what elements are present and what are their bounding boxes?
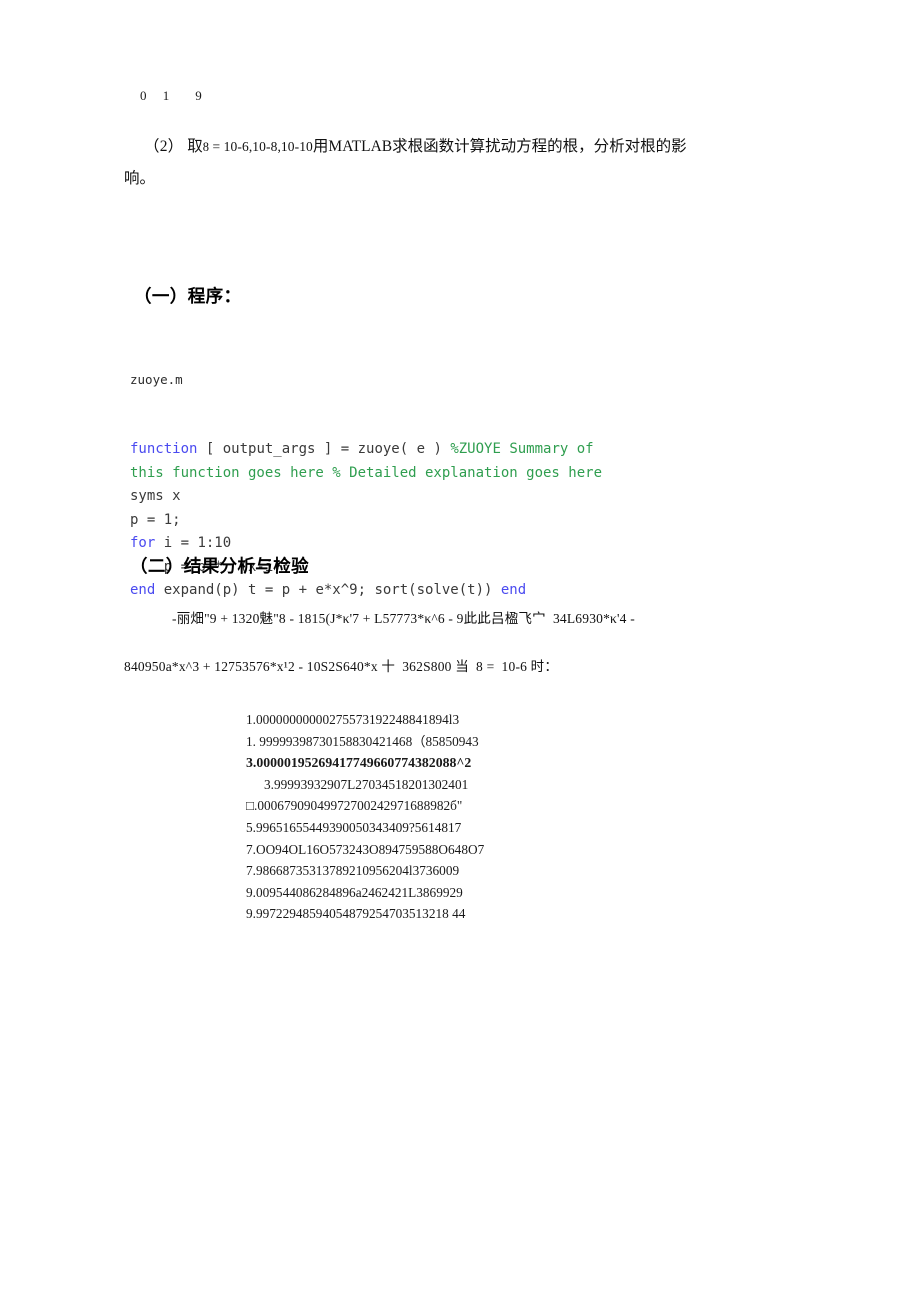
problem-text-after: 用MATLAB求根函数计算扰动方程的根，分析: [312, 138, 625, 155]
code-line: end expand(p) t = p + e*x^9; sort(solve(…: [130, 579, 810, 603]
equation-line-1: -丽畑"9 + 1320魅"8 - 1815(J*κ'7 + L57773*κ^…: [172, 611, 635, 626]
result-value: 9.009544086284896a2462421L3869929: [246, 884, 463, 900]
code-keyword: end: [500, 582, 527, 598]
result-value: 5.99651655449390050343409?5614817: [246, 819, 462, 835]
code-filename: zuoye.m: [130, 372, 183, 387]
code-comment: %ZUOYE Summary of: [450, 441, 594, 457]
result-value: 3.00000195269417749660774382088^2: [246, 755, 472, 771]
code-comment: this function goes here % Detailed expla…: [130, 464, 603, 481]
problem-statement-continuation: 响。: [124, 170, 156, 187]
result-value: 7.98668735313789210956204l3736009: [246, 863, 460, 879]
code-keyword: end: [130, 582, 156, 598]
result-value: 1. 99999398730158830421468（85850943: [246, 733, 479, 749]
code-text: expand(p) t = p + e*x^9; sort(solve(t)): [155, 582, 501, 598]
code-text: p = 1;: [130, 511, 181, 528]
code-block: zuoye.m function [ output_args ] = zuoye…: [130, 322, 810, 650]
section-heading-program: （一）程序：: [134, 287, 242, 307]
code-text: [ output_args ] = zuoye( e ): [197, 441, 451, 457]
problem-epsilon-values: 10-6,10-8,10-10: [223, 139, 313, 154]
orphan-superscript-row: 0 1 9: [140, 88, 202, 103]
code-text: i = 1:10: [155, 535, 232, 551]
code-line: this function goes here % Detailed expla…: [130, 462, 810, 486]
code-text: syms x: [130, 488, 181, 504]
result-value: 9.99722948594054879254703513218 44: [246, 906, 466, 922]
code-line: syms x: [130, 485, 810, 509]
problem-text-before: 取: [187, 138, 203, 155]
result-value: 7.OO94OL16O573243O894759588O648O7: [246, 841, 485, 857]
document-page: 0 1 9 （2） 取8 = 10-6,10-8,10-10用MATLAB求根函…: [0, 0, 920, 1302]
results-list: 1.00000000000275573192248841894l3 1. 9999…: [246, 709, 484, 925]
code-keyword: function: [130, 441, 198, 457]
section-heading-analysis: （二）结果分析与检验: [130, 557, 309, 577]
problem-equals: =: [209, 139, 224, 154]
code-line: p = 1;: [130, 509, 810, 533]
problem-statement: （2） 取8 = 10-6,10-8,10-10用MATLAB求根函数计算扰动方…: [144, 128, 794, 166]
code-keyword: for: [130, 535, 156, 551]
result-value: □.00067909049972700242971688982б": [246, 798, 463, 814]
problem-text-after2: 对根的影: [624, 138, 687, 155]
equation-line-2: 840950a*x^3 + 12753576*x¹2 - 10S2S640*x …: [124, 659, 559, 674]
result-value: 3.99993932907L27034518201302401: [264, 776, 469, 792]
code-line: function [ output_args ] = zuoye( e ) %Z…: [130, 438, 810, 462]
problem-number: （2）: [144, 138, 184, 155]
code-line: for i = 1:10: [130, 532, 810, 556]
result-value: 1.00000000000275573192248841894l3: [246, 712, 460, 727]
